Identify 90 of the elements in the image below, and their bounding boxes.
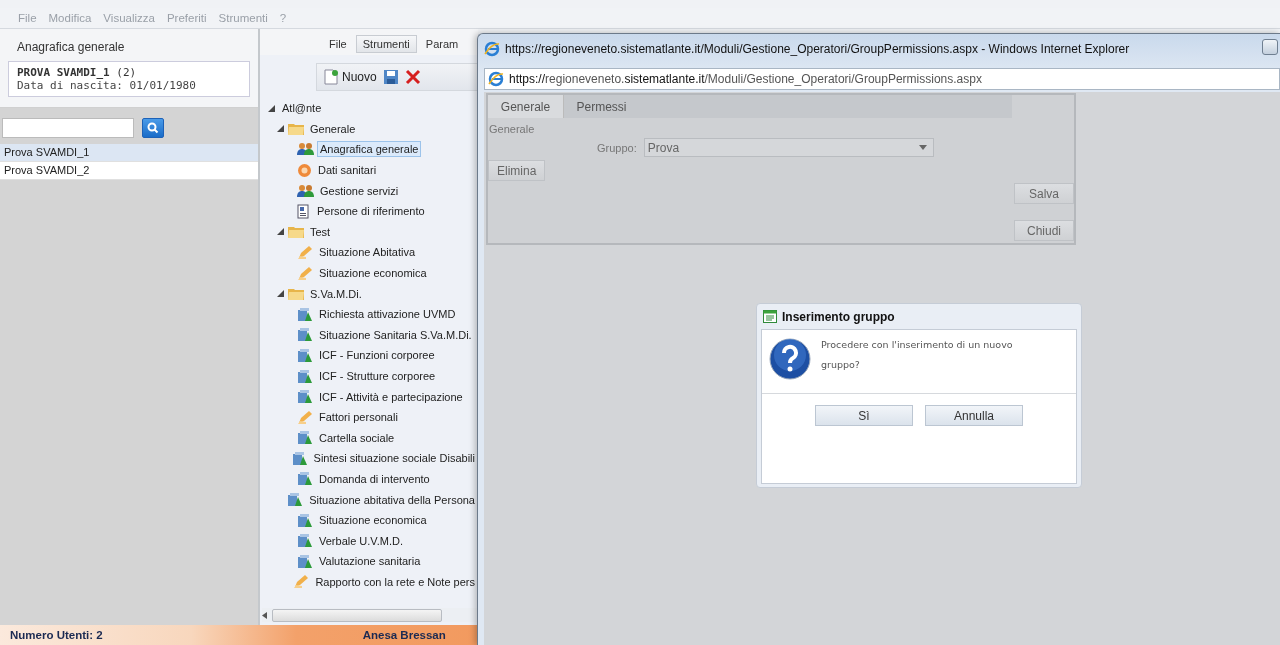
- chart-icon: [291, 450, 308, 466]
- patient-name: PROVA SVAMDI_1 (2): [17, 66, 138, 79]
- tree-item[interactable]: Persone di riferimento: [314, 203, 428, 220]
- people-icon: [297, 142, 314, 157]
- tree-item[interactable]: Dati sanitari: [315, 162, 380, 179]
- folder-icon: [288, 225, 304, 239]
- collapse-icon[interactable]: [275, 288, 285, 299]
- tree-item[interactable]: Sintesi situazione sociale Disabili: [310, 450, 478, 467]
- tree-item[interactable]: Gestione servizi: [317, 182, 402, 199]
- list-item[interactable]: Prova SVAMDI_1: [0, 144, 258, 162]
- tab[interactable]: Generale: [488, 95, 564, 118]
- chart-icon: [297, 553, 313, 569]
- tree-item[interactable]: Cartella sociale: [316, 429, 398, 446]
- tab[interactable]: Permessi: [564, 95, 640, 118]
- question-icon: [769, 338, 811, 380]
- chart-icon: [297, 389, 313, 405]
- chart-icon: [297, 533, 313, 549]
- tree-item[interactable]: Verbale U.V.M.D.: [316, 532, 406, 549]
- chart-icon: [297, 430, 313, 446]
- chart-icon: [297, 368, 313, 384]
- new-document-icon: [323, 69, 339, 85]
- search-icon: [147, 122, 159, 134]
- folder-icon: [288, 122, 304, 136]
- folder-icon: [288, 287, 304, 301]
- scroll-left-icon[interactable]: [262, 611, 268, 619]
- tree-item[interactable]: Generale: [307, 120, 359, 137]
- panel-title: Anagrafica generale: [16, 39, 126, 56]
- browser-icon: [484, 41, 500, 57]
- list-item[interactable]: Prova SVAMDI_2: [0, 162, 258, 180]
- group-dropdown[interactable]: Prova: [643, 138, 934, 157]
- tree-item[interactable]: Fattori personali: [316, 409, 401, 426]
- tree-item[interactable]: Anagrafica generale: [317, 141, 422, 158]
- confirm-button[interactable]: Sì: [815, 405, 913, 426]
- tree-item[interactable]: Situazione economica: [316, 512, 430, 529]
- section-label: Generale: [489, 123, 536, 135]
- tree-item[interactable]: Richiesta attivazione UVMD: [316, 306, 459, 323]
- tree-item[interactable]: Situazione economica: [316, 265, 430, 282]
- tree-item[interactable]: ICF - Funzioni corporee: [316, 347, 438, 364]
- birth-date: Data di nascita: 01/01/1980: [17, 79, 197, 92]
- dialog-message: Procedere con l'inserimento di un nuovo gruppo?: [821, 338, 1014, 372]
- search-button[interactable]: [142, 118, 164, 138]
- tree-item[interactable]: Atl@nte: [279, 100, 325, 117]
- chart-icon: [287, 492, 304, 508]
- menu-tab[interactable]: File: [322, 35, 354, 53]
- collapse-icon[interactable]: [275, 226, 285, 237]
- pencil-icon: [297, 244, 313, 260]
- tree-item[interactable]: ICF - Attività e partecipazione: [316, 388, 466, 405]
- menu-tab[interactable]: Param: [418, 35, 466, 53]
- menu-tab[interactable]: Strumenti: [355, 35, 417, 53]
- search-field[interactable]: [2, 118, 134, 138]
- horizontal-scrollbar[interactable]: [262, 608, 478, 622]
- window-icon: [763, 310, 777, 323]
- save-button[interactable]: Salva: [1014, 183, 1074, 204]
- collapse-icon[interactable]: [275, 123, 285, 134]
- tree-item[interactable]: Situazione Sanitaria S.Va.M.Di.: [316, 326, 475, 343]
- chart-icon: [297, 306, 313, 322]
- tree-item[interactable]: Rapporto con la rete e Note pers: [312, 573, 478, 590]
- tree-item[interactable]: Test: [307, 223, 334, 240]
- minimize-button[interactable]: [1262, 39, 1278, 55]
- pencil-icon: [297, 409, 313, 425]
- delete-icon[interactable]: [404, 69, 421, 85]
- save-icon[interactable]: [382, 69, 399, 85]
- chart-icon: [297, 471, 313, 487]
- delete-button[interactable]: Elimina: [488, 160, 546, 181]
- tree-item[interactable]: S.Va.M.Di.: [307, 285, 365, 302]
- medical-icon: [297, 162, 312, 178]
- field-label: Gruppo:: [597, 141, 637, 154]
- operator-name: Anesa Bressan: [362, 629, 446, 641]
- collapse-icon[interactable]: [266, 103, 276, 114]
- chart-icon: [297, 327, 313, 343]
- pencil-icon: [293, 574, 310, 590]
- chart-icon: [297, 512, 313, 528]
- browser-icon: [488, 71, 504, 87]
- dialog-title: Inserimento gruppo: [782, 309, 895, 324]
- cancel-button[interactable]: Annulla: [925, 405, 1023, 426]
- close-button[interactable]: Chiudi: [1014, 220, 1074, 241]
- tree-item[interactable]: ICF - Strutture corporee: [316, 368, 439, 384]
- pencil-icon: [297, 265, 313, 281]
- tree-item[interactable]: Situazione abitativa della Persona: [306, 491, 478, 508]
- tree-item[interactable]: Domanda di intervento: [316, 471, 433, 487]
- tree-item[interactable]: Situazione Abitativa: [316, 244, 418, 261]
- chart-icon: [297, 347, 313, 363]
- user-count: Numero Utenti: 2: [10, 629, 103, 641]
- people-icon: [297, 183, 314, 198]
- tree-item[interactable]: Valutazione sanitaria: [316, 553, 424, 570]
- window-title: https://regioneveneto.sistematlante.it/Moduli/Gestione_Operatori/GroupPermissions.aspx - Windows Internet Explorer: [505, 42, 1130, 56]
- document-icon: [297, 203, 311, 219]
- dropdown-caret-icon: [918, 145, 927, 150]
- url-text: https://regioneveneto.sistematlante.it/Moduli/Gestione_Operatori/GroupPermissions.aspx: [509, 72, 982, 86]
- new-button[interactable]: Nuovo: [323, 69, 377, 85]
